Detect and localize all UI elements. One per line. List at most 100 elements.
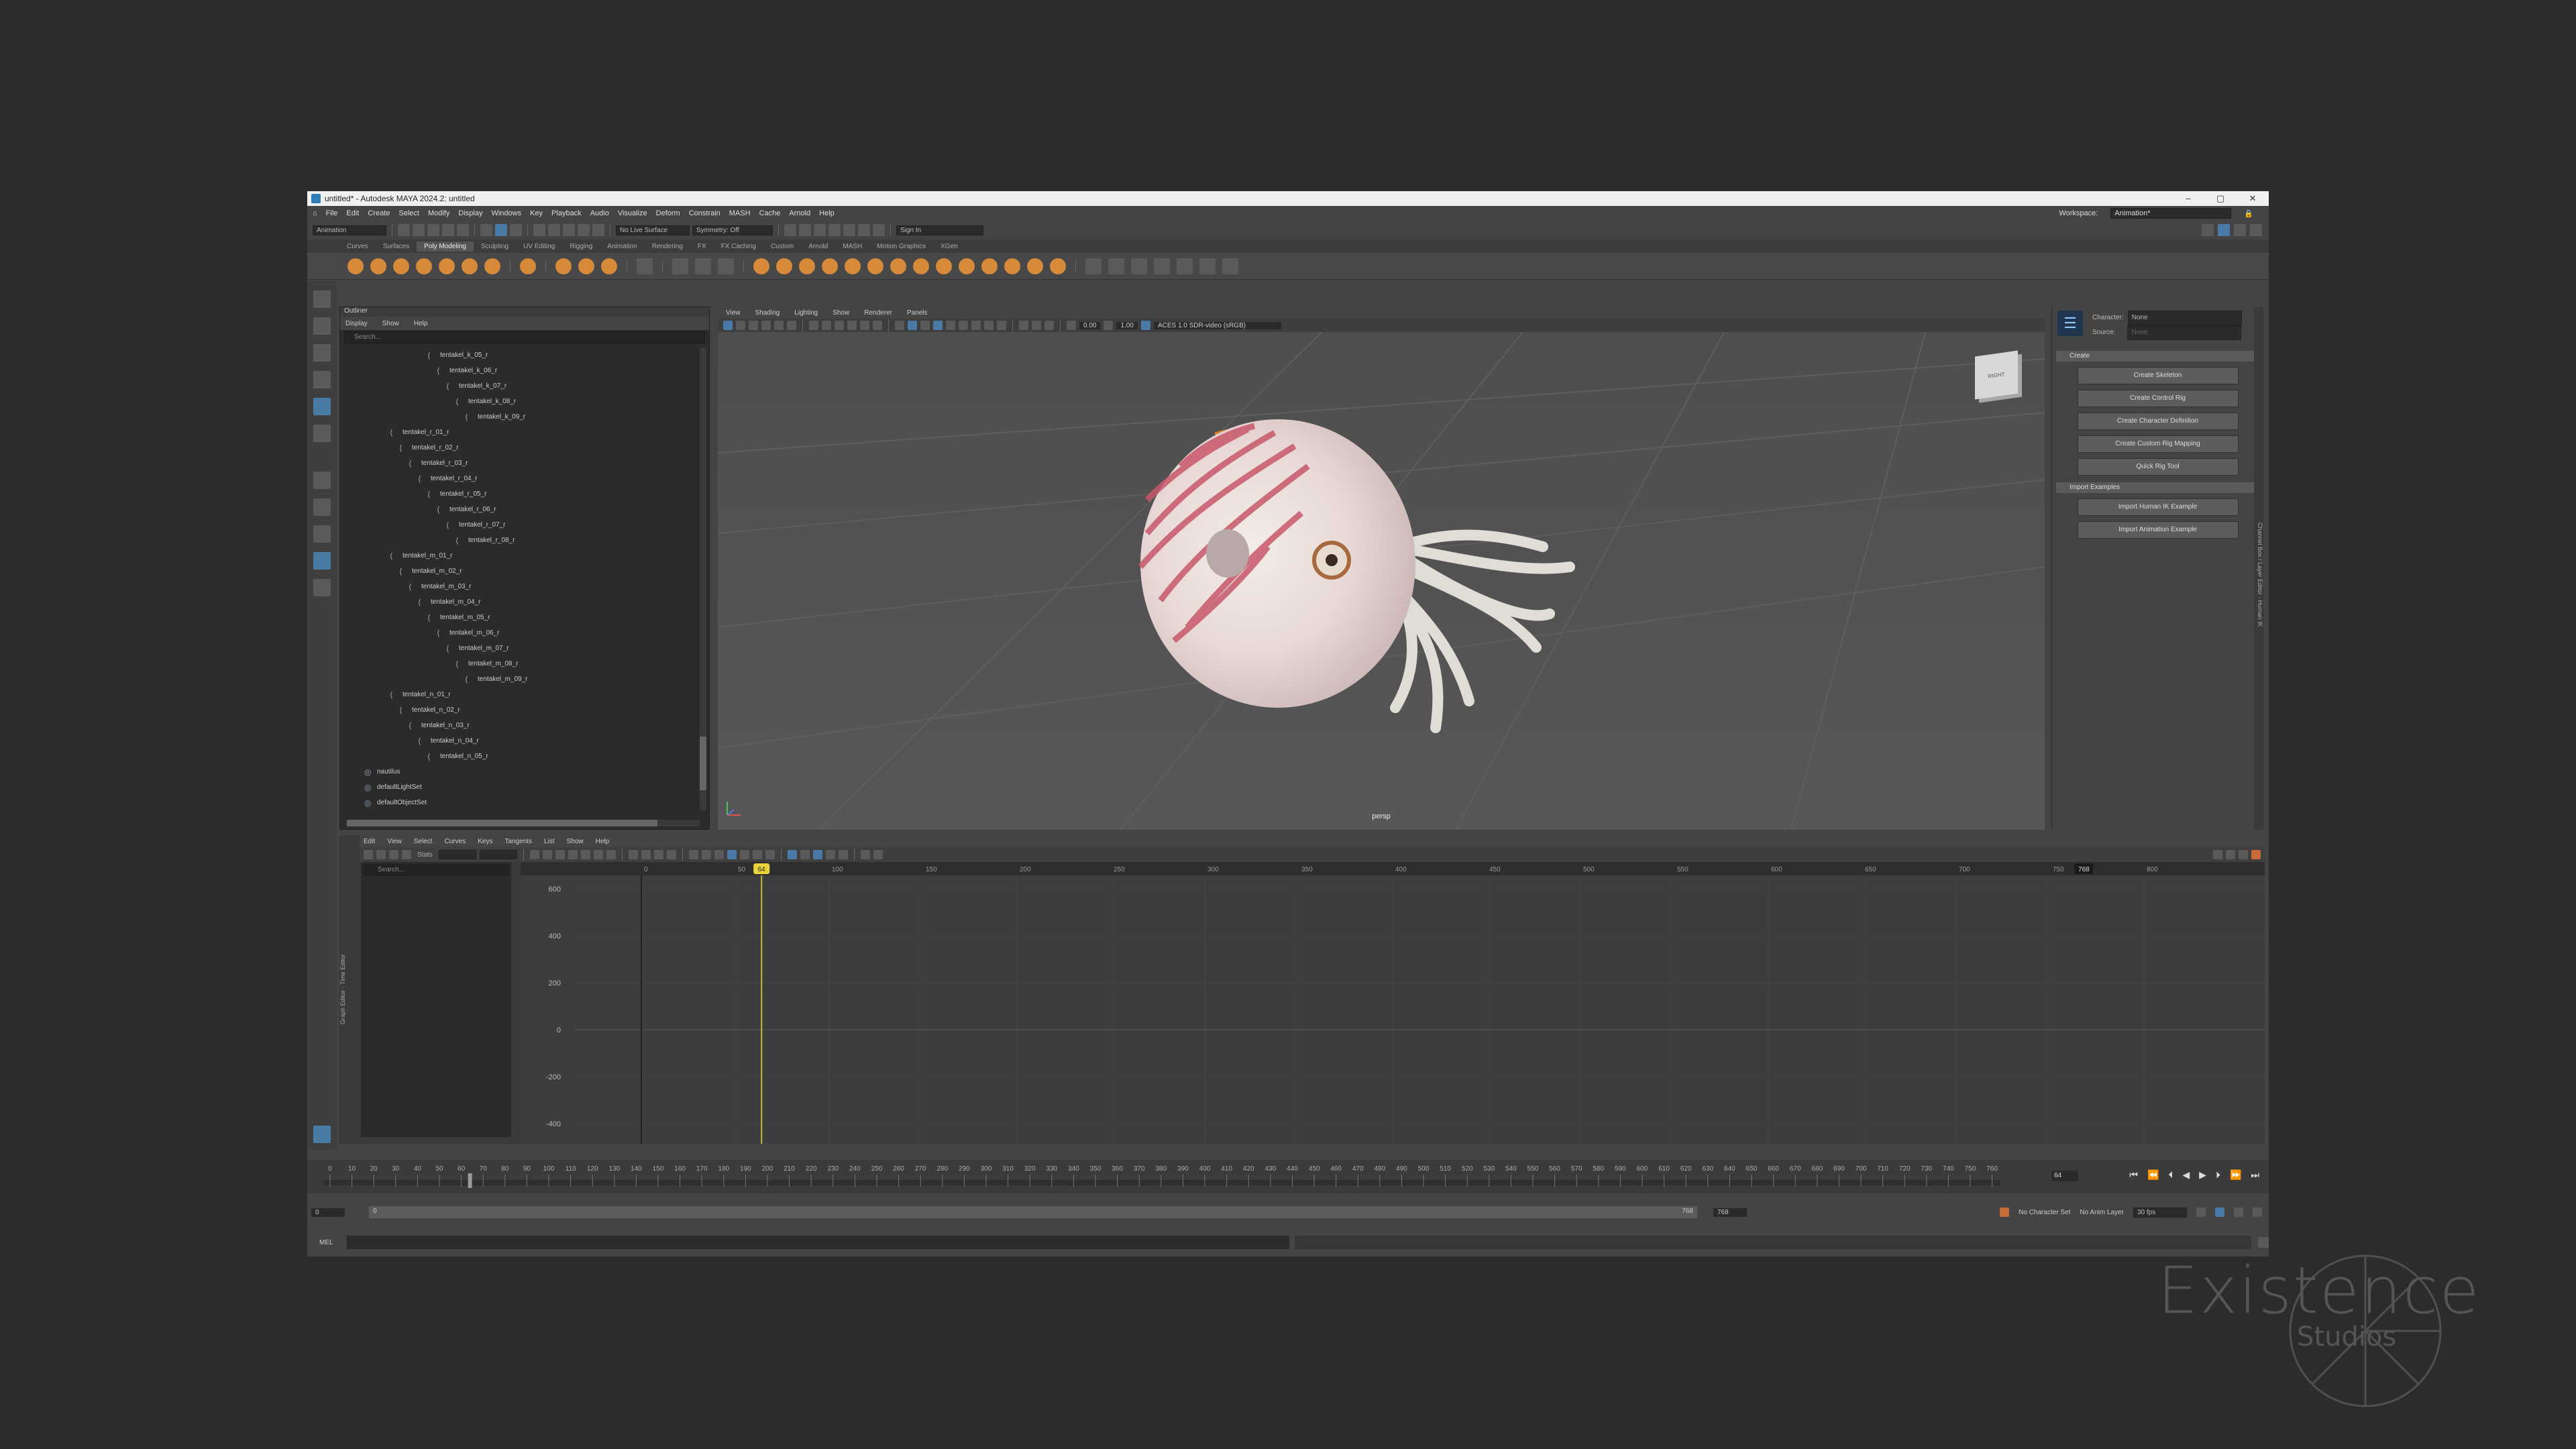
menu-edit[interactable]: Edit <box>346 209 359 217</box>
stats-frame-field[interactable] <box>438 850 476 859</box>
rotate-tool-icon[interactable] <box>313 398 331 415</box>
fps-dropdown[interactable]: 30 fps <box>2133 1207 2187 1218</box>
image-plane-icon[interactable] <box>761 321 771 330</box>
menu-help[interactable]: Help <box>819 209 835 217</box>
save-scene-icon[interactable] <box>427 224 439 236</box>
outliner-item[interactable]: ◎ nautilus <box>340 764 709 780</box>
lasso-tool-icon[interactable] <box>313 317 331 335</box>
paint-select-icon[interactable] <box>313 344 331 362</box>
outliner-item[interactable]: ⟨ tentakel_n_01_r <box>340 687 709 702</box>
play-forwards-button[interactable]: ▶ <box>2199 1169 2206 1181</box>
source-dropdown[interactable]: None <box>2127 325 2242 340</box>
outliner-vertical-scrollbar[interactable] <box>700 347 706 810</box>
character-set-dropdown[interactable]: No Character Set <box>2019 1209 2070 1216</box>
shelf-tab-rigging[interactable]: Rigging <box>562 241 600 252</box>
outliner-menu-show[interactable]: Show <box>382 320 399 327</box>
poly-sphere-icon[interactable] <box>347 258 364 274</box>
select-camera-icon[interactable] <box>723 321 733 330</box>
ipr-render-icon[interactable] <box>799 224 811 236</box>
break-tangents-icon[interactable] <box>628 850 638 859</box>
shelf-tab-surfaces[interactable]: Surfaces <box>376 241 417 252</box>
svg-tool-icon[interactable] <box>601 258 617 274</box>
menu-select[interactable]: Select <box>398 209 419 217</box>
lock-tangent-weight-icon[interactable] <box>666 850 676 859</box>
menu-key[interactable]: Key <box>530 209 543 217</box>
import-human-ik-example-button[interactable]: Import Human IK Example <box>2077 498 2239 516</box>
key-tangent-linear-icon[interactable] <box>568 850 578 859</box>
poly-torus-icon[interactable] <box>439 258 455 274</box>
menu-windows[interactable]: Windows <box>491 209 521 217</box>
new-scene-icon[interactable] <box>398 224 410 236</box>
move-tool-icon[interactable] <box>313 371 331 388</box>
command-input[interactable] <box>346 1236 1290 1249</box>
graph-menu-keys[interactable]: Keys <box>478 838 492 845</box>
outliner-item[interactable]: ⟨ tentakel_m_01_r <box>340 548 709 564</box>
shelf-tab-animation[interactable]: Animation <box>600 241 644 252</box>
outliner-item[interactable]: ⟨ tentakel_r_07_r <box>340 517 709 533</box>
graph-menu-show[interactable]: Show <box>567 838 584 845</box>
menu-deform[interactable]: Deform <box>656 209 680 217</box>
menu-arnold[interactable]: Arnold <box>789 209 810 217</box>
time-slider[interactable]: 0 10 20 30 40 50 60 70 80 90 100 110 120 130 140 150 160… <box>307 1160 2269 1193</box>
reveal-curves-icon[interactable] <box>838 850 848 859</box>
workspace-dropdown[interactable]: Animation* <box>2110 208 2232 219</box>
menu-file[interactable]: File <box>326 209 338 217</box>
swap-buffer-icon[interactable] <box>714 850 724 859</box>
stats-value-field[interactable] <box>479 850 517 859</box>
graph-menu-select[interactable]: Select <box>414 838 433 845</box>
edge-loop-icon[interactable] <box>1027 258 1043 274</box>
step-back-frame-button[interactable]: ⏴ <box>2168 1169 2173 1181</box>
shadows-icon[interactable] <box>959 321 968 330</box>
poly-cylinder-icon[interactable] <box>393 258 409 274</box>
multi-cut-icon[interactable] <box>936 258 952 274</box>
bookmarks-icon[interactable] <box>749 321 758 330</box>
safe-action-icon[interactable] <box>873 321 882 330</box>
viewport-menu-panels[interactable]: Panels <box>907 309 928 317</box>
redo-icon[interactable] <box>457 224 469 236</box>
uv-toolkit-icon[interactable] <box>1199 258 1216 274</box>
type-tool-icon[interactable] <box>578 258 594 274</box>
combine-icon[interactable] <box>672 258 688 274</box>
denormalize-icon[interactable] <box>739 850 749 859</box>
outliner-item[interactable]: ⟨ tentakel_r_01_r <box>340 425 709 440</box>
modeling-toolkit-icon[interactable] <box>2202 224 2214 236</box>
side-tab-human-ik-label[interactable]: Human IK <box>2257 600 2263 627</box>
field-chart-icon[interactable] <box>860 321 869 330</box>
target-weld-icon[interactable] <box>959 258 975 274</box>
animation-start-field[interactable]: 0 <box>311 1208 345 1217</box>
poly-cube-icon[interactable] <box>370 258 386 274</box>
viewport-menu-show[interactable]: Show <box>833 309 849 317</box>
sign-in-button[interactable]: Sign In <box>896 225 983 235</box>
gate-mask-icon[interactable] <box>847 321 857 330</box>
arnold-render-icon[interactable] <box>858 224 870 236</box>
step-back-key-button[interactable]: ⏪ <box>2147 1169 2159 1181</box>
graph-menu-view[interactable]: View <box>387 838 402 845</box>
create-custom-rig-mapping-button[interactable]: Create Custom Rig Mapping <box>2077 435 2239 453</box>
two-pane-layout-icon[interactable] <box>313 525 331 543</box>
symmetry-dropdown[interactable]: Symmetry: Off <box>692 225 773 235</box>
poly-disc-icon[interactable] <box>484 258 500 274</box>
append-polygon-icon[interactable] <box>913 258 929 274</box>
create-section-header[interactable]: Create <box>2056 351 2259 362</box>
outliner-item[interactable]: ⟨ tentakel_m_07_r <box>340 641 709 656</box>
merge-vertices-icon[interactable] <box>1050 258 1066 274</box>
graph-menu-curves[interactable]: Curves <box>445 838 466 845</box>
fill-hole-icon[interactable] <box>890 258 906 274</box>
viewport-panel[interactable]: View Shading Lighting Show Renderer Pane… <box>718 307 2045 830</box>
outliner-item[interactable]: ⟨ tentakel_n_05_r <box>340 749 709 764</box>
sweep-mesh-icon[interactable] <box>555 258 572 274</box>
shelf-tab-custom[interactable]: Custom <box>763 241 801 252</box>
outliner-horizontal-scrollbar[interactable] <box>347 820 700 826</box>
outliner-item[interactable]: ⟨ tentakel_m_08_r <box>340 656 709 672</box>
create-skeleton-button[interactable]: Create Skeleton <box>2077 367 2239 384</box>
go-to-start-button[interactable]: ⏮ <box>2129 1169 2138 1181</box>
pre-infinity-icon[interactable] <box>752 850 762 859</box>
snap-curve-icon[interactable] <box>548 224 560 236</box>
shelf-tab-xgen[interactable]: XGen <box>933 241 965 252</box>
viewport-menu-shading[interactable]: Shading <box>755 309 780 317</box>
outliner-item[interactable]: ⟨ tentakel_k_06_r <box>340 363 709 378</box>
default-material-icon[interactable] <box>920 321 930 330</box>
graph-editor-side-tabs[interactable]: Graph Editor · Time Editor <box>339 835 360 1144</box>
key-tangent-flat-icon[interactable] <box>580 850 590 859</box>
character-dropdown[interactable]: None <box>2127 311 2242 325</box>
